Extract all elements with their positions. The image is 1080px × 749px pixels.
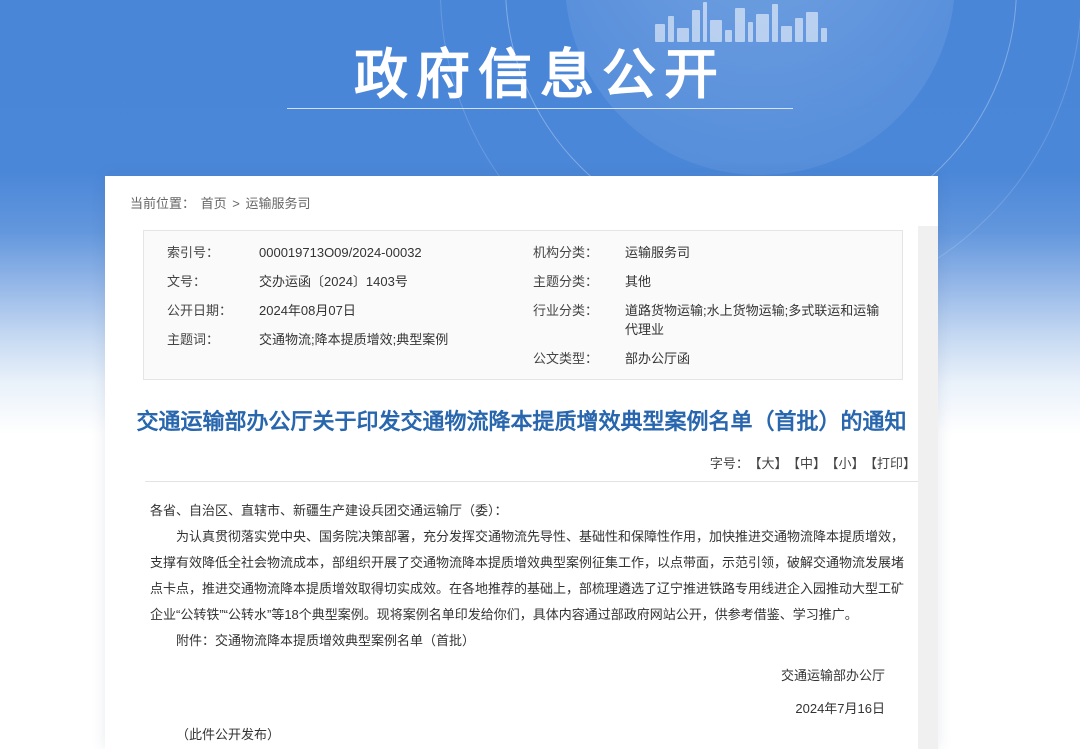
breadcrumb-label: 当前位置： bbox=[130, 196, 195, 211]
meta-label: 公文类型： bbox=[533, 349, 625, 368]
meta-label: 行业分类： bbox=[533, 301, 625, 339]
meta-column-right: 机构分类： 运输服务司 主题分类： 其他 行业分类： 道路货物运输;水上货物运输… bbox=[523, 238, 902, 373]
sign-date: 2024年7月16日 bbox=[150, 696, 905, 722]
meta-row-industry-category: 行业分类： 道路货物运输;水上货物运输;多式联运和运输代理业 bbox=[523, 296, 902, 344]
font-size-label: 字号： bbox=[710, 456, 749, 471]
meta-value: 2024年08月07日 bbox=[259, 301, 370, 320]
meta-row-doc-no: 文号： 交办运函〔2024〕1403号 bbox=[144, 267, 523, 296]
meta-value: 部办公厅函 bbox=[625, 349, 704, 368]
meta-row-keywords: 主题词： 交通物流;降本提质增效;典型案例 bbox=[144, 325, 523, 354]
meta-label: 主题分类： bbox=[533, 272, 625, 291]
font-size-small-button[interactable]: 【小】 bbox=[832, 456, 865, 471]
breadcrumb-home-link[interactable]: 首页 bbox=[201, 196, 227, 211]
meta-row-index-no: 索引号： 000019713O09/2024-00032 bbox=[144, 238, 523, 267]
meta-value: 道路货物运输;水上货物运输;多式联运和运输代理业 bbox=[625, 301, 902, 339]
meta-column-left: 索引号： 000019713O09/2024-00032 文号： 交办运函〔20… bbox=[144, 238, 523, 373]
attachment-link[interactable]: 附件：交通物流降本提质增效典型案例名单（首批） bbox=[150, 628, 905, 654]
meta-row-topic-category: 主题分类： 其他 bbox=[523, 267, 902, 296]
document-title: 交通运输部办公厅关于印发交通物流降本提质增效典型案例名单（首批）的通知 bbox=[132, 404, 912, 439]
public-release-note: （此件公开发布） bbox=[150, 722, 905, 748]
document-meta-table: 索引号： 000019713O09/2024-00032 文号： 交办运函〔20… bbox=[143, 230, 903, 380]
meta-label: 索引号： bbox=[167, 243, 259, 262]
signer-name: 交通运输部办公厅 bbox=[150, 663, 905, 689]
meta-row-doc-type: 公文类型： 部办公厅函 bbox=[523, 344, 902, 373]
font-size-controls: 字号： 【大】【中】【小】【打印】 bbox=[105, 453, 938, 472]
greeting-line: 各省、自治区、直辖市、新疆生产建设兵团交通运输厅（委）： bbox=[150, 498, 905, 524]
meta-row-org-category: 机构分类： 运输服务司 bbox=[523, 238, 902, 267]
header-divider bbox=[145, 481, 918, 482]
breadcrumb-current: 运输服务司 bbox=[246, 196, 311, 211]
breadcrumb-separator: > bbox=[232, 196, 240, 211]
banner-underline bbox=[287, 108, 793, 109]
body-paragraph: 为认真贯彻落实党中央、国务院决策部署，充分发挥交通物流先导性、基础性和保障性作用… bbox=[150, 524, 905, 628]
meta-value: 交通物流;降本提质增效;典型案例 bbox=[259, 330, 462, 349]
meta-label: 公开日期： bbox=[167, 301, 259, 320]
meta-label: 机构分类： bbox=[533, 243, 625, 262]
meta-label: 主题词： bbox=[167, 330, 259, 349]
page-banner-title: 政府信息公开 bbox=[0, 30, 1080, 109]
font-size-medium-button[interactable]: 【中】 bbox=[793, 456, 826, 471]
meta-value: 交办运函〔2024〕1403号 bbox=[259, 272, 422, 291]
meta-value: 000019713O09/2024-00032 bbox=[259, 243, 436, 262]
print-button[interactable]: 【打印】 bbox=[870, 456, 916, 471]
breadcrumb: 当前位置： 首页 > 运输服务司 bbox=[105, 176, 938, 214]
meta-row-publish-date: 公开日期： 2024年08月07日 bbox=[144, 296, 523, 325]
meta-label: 文号： bbox=[167, 272, 259, 291]
meta-value: 其他 bbox=[625, 272, 665, 291]
document-body: 各省、自治区、直辖市、新疆生产建设兵团交通运输厅（委）： 为认真贯彻落实党中央、… bbox=[150, 498, 905, 748]
font-size-large-button[interactable]: 【大】 bbox=[755, 456, 788, 471]
page: { "banner": { "title": "政府信息公开" }, "brea… bbox=[0, 0, 1080, 749]
content-panel: 当前位置： 首页 > 运输服务司 索引号： 000019713O09/2024-… bbox=[105, 176, 938, 749]
meta-value: 运输服务司 bbox=[625, 243, 704, 262]
vertical-scrollbar[interactable] bbox=[918, 226, 938, 749]
